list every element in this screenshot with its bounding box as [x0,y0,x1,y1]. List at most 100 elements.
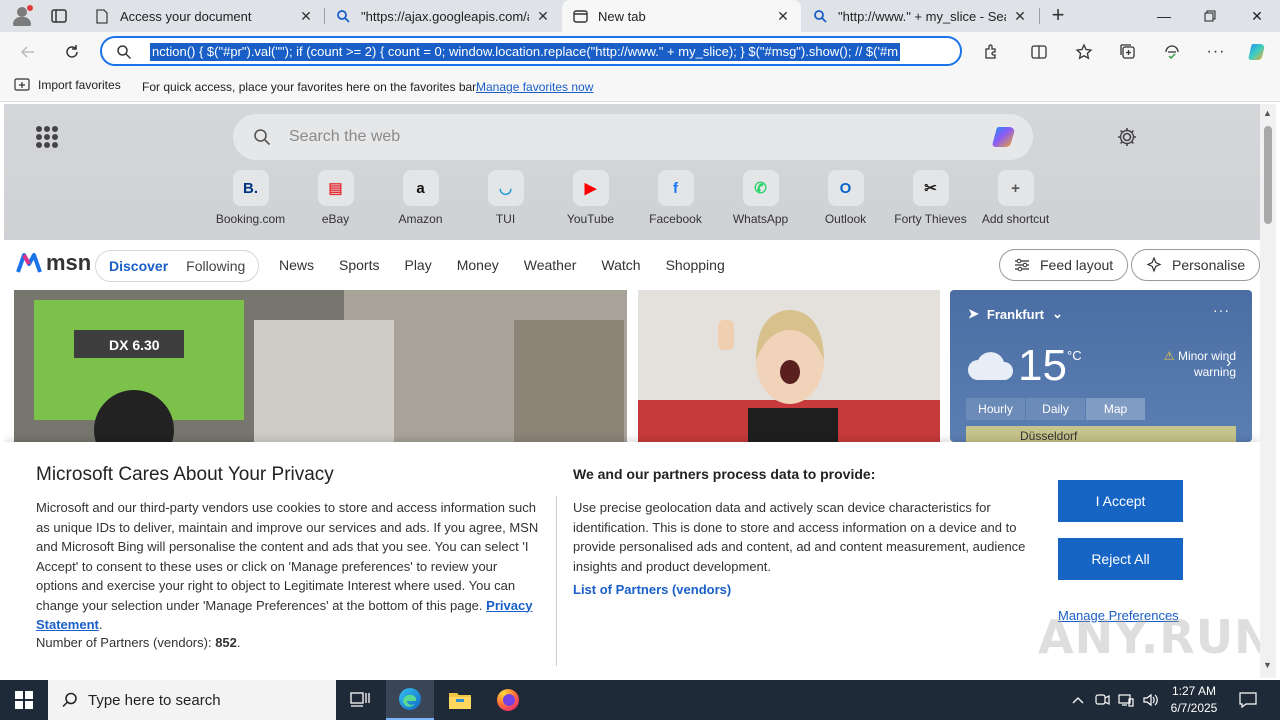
scroll-up-icon[interactable]: ▲ [1263,108,1272,118]
youtube-icon: ▶ [572,170,609,206]
shortcut-forty-thieves[interactable]: ✂ Forty Thieves [888,170,973,226]
minimize-icon[interactable]: — [1141,0,1187,32]
edge-taskbar-icon[interactable] [386,680,434,720]
personalise-button[interactable]: Personalise [1131,249,1260,281]
forty-thieves-icon: ✂ [912,170,949,206]
volume-icon[interactable] [1140,680,1162,720]
app-launcher-icon[interactable] [36,126,58,148]
tab-access-document[interactable]: Access your document ✕ [84,0,324,32]
shortcut-label: Amazon [398,212,443,226]
personalise-label: Personalise [1172,257,1246,273]
list-partners-link[interactable]: List of Partners (vendors) [573,582,731,597]
tab-googleapis-search[interactable]: "https://ajax.googleapis.com/aja ✕ [325,0,561,32]
more-options-icon[interactable]: ··· [1204,40,1228,64]
import-favorites-button[interactable]: Import favorites [14,78,121,92]
windows-icon [15,691,33,709]
chevron-down-icon: ⌄ [1051,306,1063,321]
browser-essentials-icon[interactable] [1160,40,1184,64]
news-card-image[interactable]: DX 6.30 [14,290,627,442]
scroll-down-icon[interactable]: ▼ [1263,660,1272,670]
msn-logo[interactable]: msn [16,250,91,276]
close-tab-icon[interactable]: ✕ [298,8,314,25]
weather-tab-daily[interactable]: Daily [1026,398,1085,420]
firefox-icon[interactable] [484,680,532,720]
close-tab-icon[interactable]: ✕ [535,8,551,25]
nav-weather[interactable]: Weather [524,257,577,273]
tab-actions-icon[interactable] [50,7,68,25]
refresh-icon[interactable] [60,40,84,64]
news-card-portrait[interactable] [638,290,940,442]
taskbar-search[interactable]: Type here to search [48,680,336,720]
copilot-icon[interactable] [1246,40,1270,64]
collections-icon[interactable] [1116,40,1140,64]
back-icon[interactable] [16,40,40,64]
show-hidden-icons[interactable] [1068,680,1088,720]
close-window-icon[interactable]: ✕ [1234,0,1280,32]
msn-butterfly-icon [16,253,42,273]
notifications-icon[interactable] [1234,680,1262,720]
meet-now-icon[interactable] [1092,680,1112,720]
accept-button[interactable]: I Accept [1058,480,1183,522]
tab-title: "http://www." + my_slice - Searc [838,8,1006,24]
file-explorer-icon[interactable] [436,680,484,720]
nav-watch[interactable]: Watch [601,257,640,273]
weather-map[interactable]: Düsseldorf [966,426,1236,442]
task-view-icon[interactable] [336,680,384,720]
weather-tab-hourly[interactable]: Hourly [966,398,1025,420]
network-icon[interactable] [1116,680,1136,720]
close-tab-icon[interactable]: ✕ [775,8,791,25]
weather-tabs: Hourly Daily Map [966,398,1146,420]
weather-warning[interactable]: ⚠ Minor wind warning [1140,348,1236,380]
shortcut-booking-com[interactable]: B. Booking.com [208,170,293,226]
favorites-icon[interactable] [1072,40,1096,64]
feed-layout-button[interactable]: Feed layout [999,249,1129,281]
copilot-icon[interactable] [991,123,1019,151]
nav-sports[interactable]: Sports [339,257,379,273]
weather-card[interactable]: ➤ Frankfurt ⌄ ··· 15 °C ⚠ Minor wind war… [950,290,1252,442]
import-icon [14,78,30,91]
shortcut-label: YouTube [566,212,615,226]
warning-icon: ⚠ [1163,349,1175,363]
weather-location[interactable]: ➤ Frankfurt ⌄ [968,306,1063,322]
shortcut-tui[interactable]: ◡ TUI [463,170,548,226]
manage-favorites-link[interactable]: Manage favorites now [476,80,593,94]
page-settings-icon[interactable] [1116,126,1138,151]
shortcut-whatsapp[interactable]: ✆ WhatsApp [718,170,803,226]
shortcut-ebay[interactable]: ▤ eBay [293,170,378,226]
sliders-icon [1015,258,1029,272]
shortcut-add-shortcut[interactable]: + Add shortcut [973,170,1058,226]
shortcut-outlook[interactable]: O Outlook [803,170,888,226]
weather-tab-map[interactable]: Map [1086,398,1145,420]
close-tab-icon[interactable]: ✕ [1012,8,1028,25]
address-bar[interactable]: nction() { $("#pr").val(""); if (count >… [100,36,962,66]
extensions-icon[interactable] [979,40,1003,64]
reject-all-button[interactable]: Reject All [1058,538,1183,580]
start-button[interactable] [0,680,48,720]
tab-discover[interactable]: Discover [100,258,177,274]
new-tab-button[interactable]: + [1046,4,1070,28]
tab-my-slice-search[interactable]: "http://www." + my_slice - Searc ✕ [802,0,1038,32]
profile-icon[interactable] [10,5,34,27]
chevron-right-icon[interactable]: › [1226,354,1231,372]
new-tab-icon [572,8,588,24]
more-options-icon[interactable]: ··· [1213,302,1230,318]
address-url[interactable]: nction() { $("#pr").val(""); if (count >… [150,43,901,61]
web-search-box[interactable]: Search the web [233,114,1033,160]
nav-play[interactable]: Play [404,257,431,273]
tab-following[interactable]: Following [177,258,254,274]
favorites-hint: For quick access, place your favorites h… [142,80,479,94]
nav-shopping[interactable]: Shopping [666,257,725,273]
split-screen-icon[interactable] [1027,40,1051,64]
shortcut-facebook[interactable]: f Facebook [633,170,718,226]
nav-news[interactable]: News [279,257,314,273]
tab-new-tab[interactable]: New tab ✕ [562,0,801,32]
scrollbar-thumb[interactable] [1264,126,1272,224]
nav-money[interactable]: Money [457,257,499,273]
shortcut-youtube[interactable]: ▶ YouTube [548,170,633,226]
shortcut-amazon[interactable]: a Amazon [378,170,463,226]
system-clock[interactable]: 1:27 AM 6/7/2025 [1166,683,1222,717]
add-shortcut-icon: + [997,170,1034,206]
page-scrollbar[interactable]: ▲ ▼ [1260,104,1276,678]
restore-icon[interactable] [1187,0,1233,32]
partners-label: Number of Partners (vendors): [36,635,212,650]
